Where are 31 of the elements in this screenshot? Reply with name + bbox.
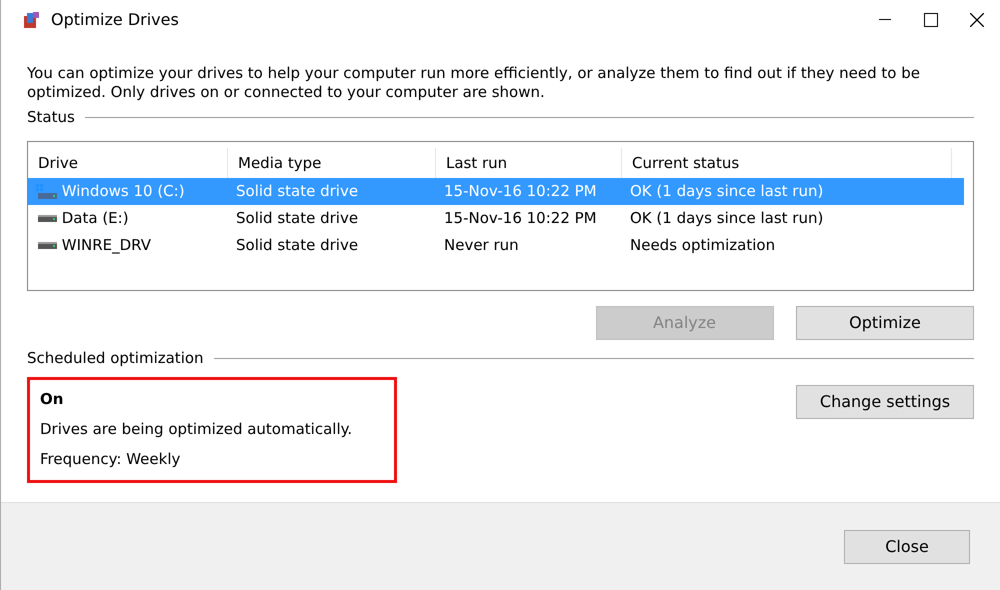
drive-icon (38, 215, 57, 222)
table-cell-text: OK (1 days since last run) (630, 208, 824, 230)
table-cell-text: Never run (444, 235, 519, 256)
schedule-text: Frequency: Weekly (40, 449, 182, 470)
drive-icon (38, 242, 57, 249)
table-cell-text: Windows 10 (C:) (62, 181, 185, 202)
schedule-text: Drives are being optimized automatically. (40, 419, 354, 440)
app-icon (23, 11, 41, 29)
table-cell-text: Solid state drive (236, 208, 358, 230)
description-text: You can optimize your drives to help your computer run more efficiently, or analyze them to find out if they need to be optimized. Only drives on or connected to your computer are shown. (27, 64, 921, 102)
close-icon (970, 13, 984, 27)
table-cell-text: 15-Nov-16 10:22 PM (444, 181, 597, 202)
close-button[interactable]: Close (844, 530, 970, 564)
table-row[interactable]: WINRE_DRV Solid state drive Never run Needs optimization (28, 232, 964, 259)
schedule-state: On (40, 389, 64, 410)
table-cell-text: WINRE_DRV (62, 235, 152, 256)
minimize-icon (879, 19, 891, 21)
table-cell-text: Data (E:) (62, 208, 129, 230)
table-cell-text: Needs optimization (630, 235, 776, 256)
window-title: Optimize Drives (51, 9, 179, 31)
maximize-icon (924, 13, 938, 27)
group-label: Scheduled optimization (27, 348, 204, 369)
table-cell-text: OK (1 days since last run) (630, 181, 824, 202)
table-row[interactable]: Data (E:) Solid state drive 15-Nov-16 10:22 PM OK (1 days since last run) (28, 205, 964, 232)
group-label: Status (27, 107, 75, 128)
table-cell-text: 15-Nov-16 10:22 PM (444, 208, 597, 230)
table-cell-text: Solid state drive (236, 181, 358, 202)
action-button[interactable]: Optimize (796, 306, 974, 340)
table-cell-text: Solid state drive (236, 235, 358, 256)
change-settings-button[interactable]: Change settings (796, 384, 974, 418)
system-drive-icon (36, 184, 58, 200)
